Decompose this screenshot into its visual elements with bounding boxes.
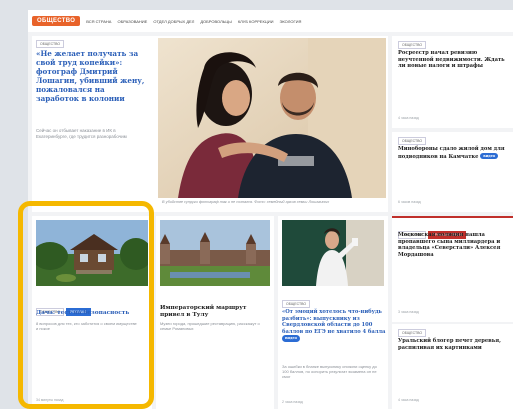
featured-summary: Сейчас он отбывает наказание в ИК в Екат… xyxy=(36,128,127,139)
featured-story-card[interactable]: ОБЩЕСТВО «Не желает получать за свой тру… xyxy=(32,36,388,212)
side-story-mordashov[interactable]: ОБЩЕСТВО ПРОИСШЕСТВИЯ Московская полиция … xyxy=(392,216,513,322)
side-bottom-headline[interactable]: Уральский блогер печет деревья, распилив… xyxy=(398,338,510,351)
couple-photo-image xyxy=(158,38,386,198)
story-card-exam[interactable]: ОБЩЕСТВО «От эмоций хотелось что-нибудь … xyxy=(278,216,388,409)
exam-headline-text: «От эмоций хотелось что-нибудь разбить»:… xyxy=(282,309,386,335)
video-badge: видео xyxy=(480,152,499,159)
tula-summary: Музеи города, прошедшие реставрацию, рас… xyxy=(160,321,260,331)
side-red-headline[interactable]: Московская полиция нашла пропавшего сына… xyxy=(398,232,510,258)
tula-photo[interactable] xyxy=(160,220,270,286)
kremlin-photo-image xyxy=(160,220,270,286)
side-top-date: 4 часа назад xyxy=(398,116,419,120)
side-mid-date: 6 часов назад xyxy=(398,200,421,204)
nav-link-all-country[interactable]: Вся страна xyxy=(86,19,111,24)
exam-headline[interactable]: «От эмоций хотелось что-нибудь разбить»:… xyxy=(282,309,386,343)
side-bottom-tag[interactable]: ОБЩЕСТВО xyxy=(398,329,427,337)
side-top-headline[interactable]: Росреестр начал ревизию неучтенной недви… xyxy=(398,50,510,70)
exam-summary: За ошибки в бланке выпускнику снизили оц… xyxy=(282,364,377,379)
side-bottom-date: 4 часа назад xyxy=(398,398,419,402)
side-story-rosreestr[interactable]: ОБЩЕСТВО Росреестр начал ревизию неучтен… xyxy=(392,36,513,128)
exam-photo[interactable] xyxy=(282,220,384,286)
featured-headline[interactable]: «Не желает получать за свой труд копейки… xyxy=(36,49,148,103)
nav-link-education[interactable]: Образование xyxy=(117,19,147,24)
nav-link-volunteers[interactable]: Добровольцы xyxy=(200,19,232,24)
nav-link-correction-club[interactable]: Клуб коррекции xyxy=(238,19,274,24)
section-nav: ОБЩЕСТВО Вся страна Образование Отдел до… xyxy=(28,10,513,32)
tula-headline[interactable]: Император­ский маршрут привел в Тулу xyxy=(160,305,270,319)
side-story-blogger[interactable]: ОБЩЕСТВО Уральский блогер печет деревья,… xyxy=(392,324,513,409)
side-mid-headline[interactable]: Минобороны сдало жилой дом для подводник… xyxy=(398,146,510,160)
exam-tag[interactable]: ОБЩЕСТВО xyxy=(282,300,311,308)
student-photo-image xyxy=(282,220,384,286)
featured-tag[interactable]: ОБЩЕСТВО xyxy=(36,40,65,48)
video-badge: видео xyxy=(282,335,300,342)
featured-photo[interactable] xyxy=(158,38,386,198)
story-card-tula[interactable]: Император­ский маршрут привел в Тулу Муз… xyxy=(156,216,274,409)
section-brand-tab[interactable]: ОБЩЕСТВО xyxy=(32,16,81,26)
highlight-frame xyxy=(18,201,154,409)
nav-link-good-deeds[interactable]: Отдел добрых дел xyxy=(153,19,194,24)
side-story-minoborony[interactable]: ОБЩЕСТВО Минобороны сдало жилой дом для … xyxy=(392,132,513,212)
side-red-date: 3 часа назад xyxy=(398,310,419,314)
side-mid-tag[interactable]: ОБЩЕСТВО xyxy=(398,137,427,145)
nav-link-ecology[interactable]: Экология xyxy=(280,19,302,24)
exam-date: 2 часа назад xyxy=(282,400,303,404)
side-top-tag[interactable]: ОБЩЕСТВО xyxy=(398,41,427,49)
featured-photo-caption: В убийстве супруги фотограф так и не соз… xyxy=(162,200,330,204)
